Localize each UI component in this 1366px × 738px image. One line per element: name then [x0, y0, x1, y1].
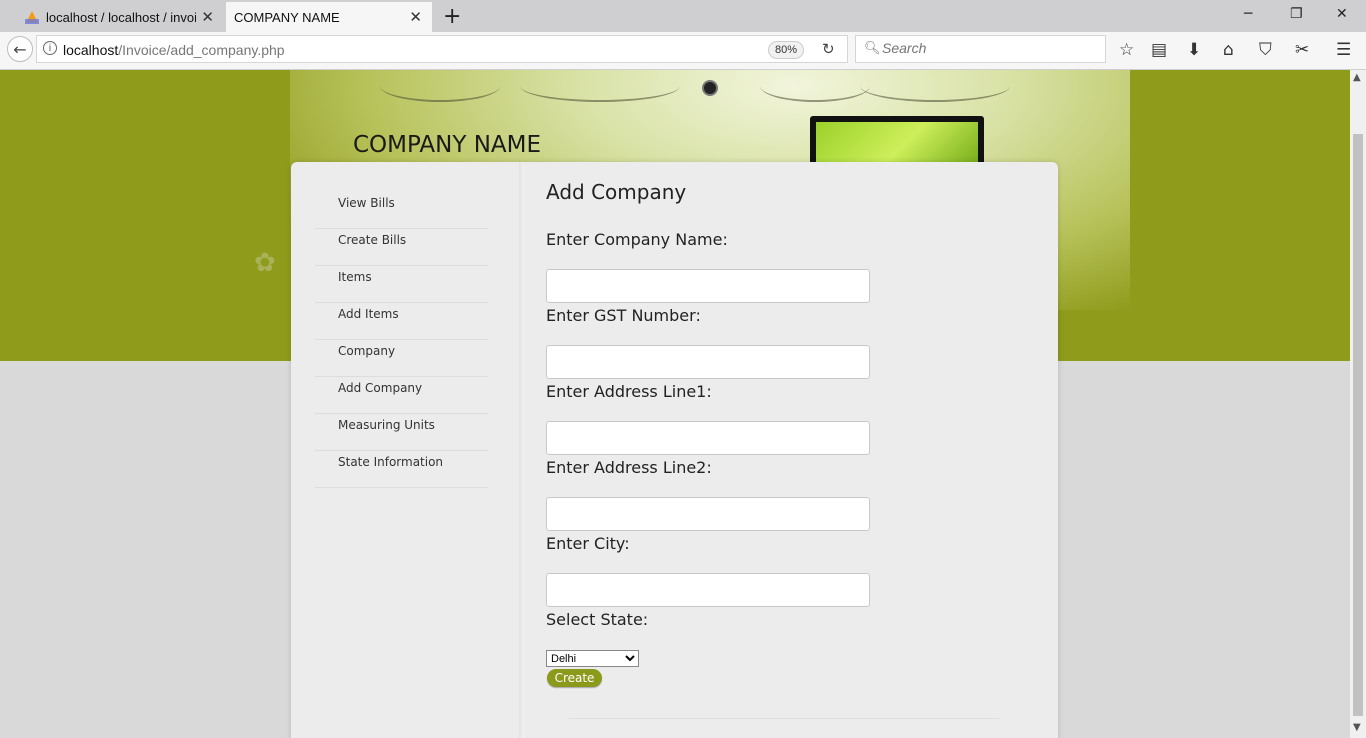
zoom-badge[interactable]: 80% [768, 41, 805, 59]
state-label: Select State: [546, 610, 649, 629]
address-line2-label: Enter Address Line2: [546, 458, 712, 477]
sidebar-item-company[interactable]: Company [315, 340, 488, 377]
page-title: Add Company [546, 180, 687, 204]
company-name-label: Enter Company Name: [546, 230, 728, 249]
bookmark-star-icon[interactable]: ☆ [1119, 40, 1134, 60]
bookmarks-list-icon[interactable]: ▤ [1151, 40, 1167, 60]
tab-title: COMPANY NAME [234, 9, 340, 25]
page: ✿ COMPANY NAME View Bills Create Bills I… [0, 70, 1350, 738]
gst-number-input[interactable] [546, 345, 870, 379]
sidebar-item-add-company[interactable]: Add Company [315, 377, 488, 414]
close-icon[interactable]: ✕ [201, 8, 214, 26]
screenshot-icon[interactable]: ✂ [1295, 40, 1309, 60]
download-icon[interactable]: ⬇ [1187, 40, 1201, 60]
window-close-icon[interactable]: ✕ [1336, 6, 1348, 22]
add-company-form: Add Company Enter Company Name: Enter GS… [546, 180, 1026, 687]
sidebar-item-create-bills[interactable]: Create Bills [315, 229, 488, 266]
decorative-dot [702, 80, 718, 96]
tab-bar: localhost / localhost / invoice ✕ COMPAN… [0, 0, 1366, 32]
swirl-decoration [760, 70, 870, 102]
column-divider [519, 162, 524, 738]
restore-icon[interactable]: ❐ [1290, 6, 1303, 22]
scroll-up-icon[interactable]: ▲ [1353, 72, 1361, 83]
nav-bar: ← i localhost/Invoice/add_company.php 80… [0, 32, 1366, 70]
minimize-icon[interactable]: ─ [1244, 6, 1252, 22]
flower-icon: ✿ [254, 248, 276, 278]
reload-icon[interactable]: ↻ [822, 40, 835, 58]
url-bar[interactable]: i localhost/Invoice/add_company.php 80% … [36, 35, 848, 63]
pocket-icon[interactable]: ⛉ [1259, 40, 1272, 60]
page-scrollbar[interactable]: ▲ ▼ [1350, 70, 1366, 738]
address-line2-input[interactable] [546, 497, 870, 531]
search-icon: 🔍︎ [864, 40, 881, 55]
create-button[interactable]: Create [547, 669, 602, 687]
search-input[interactable] [880, 39, 1104, 57]
gst-number-label: Enter GST Number: [546, 306, 701, 325]
main-panel: View Bills Create Bills Items Add Items … [291, 162, 1058, 738]
swirl-decoration [380, 70, 500, 102]
url-text: localhost/Invoice/add_company.php [63, 42, 285, 58]
scrollbar-thumb[interactable] [1353, 134, 1363, 716]
divider [569, 718, 999, 719]
info-icon[interactable]: i [43, 41, 57, 55]
company-name: COMPANY NAME [353, 132, 542, 158]
state-select[interactable]: Delhi [546, 650, 639, 667]
address-line1-input[interactable] [546, 421, 870, 455]
swirl-decoration [520, 70, 680, 102]
phpmyadmin-icon [25, 11, 39, 24]
home-icon[interactable]: ⌂ [1223, 40, 1234, 60]
swirl-decoration [860, 70, 1010, 102]
new-tab-icon[interactable]: + [443, 4, 461, 29]
scroll-down-icon[interactable]: ▼ [1353, 722, 1361, 733]
sidebar-item-measuring-units[interactable]: Measuring Units [315, 414, 488, 451]
search-bar[interactable]: 🔍︎ [855, 35, 1106, 63]
tab-phpmyadmin[interactable]: localhost / localhost / invoice ✕ [12, 2, 224, 32]
tab-title: localhost / localhost / invoice [46, 9, 196, 25]
sidebar: View Bills Create Bills Items Add Items … [315, 192, 488, 488]
city-label: Enter City: [546, 534, 630, 553]
sidebar-item-view-bills[interactable]: View Bills [315, 192, 488, 229]
sidebar-item-items[interactable]: Items [315, 266, 488, 303]
company-name-input[interactable] [546, 269, 870, 303]
sidebar-item-state-information[interactable]: State Information [315, 451, 488, 488]
back-arrow-icon[interactable]: ← [7, 36, 33, 62]
tab-company[interactable]: COMPANY NAME ✕ [226, 2, 432, 32]
close-icon[interactable]: ✕ [409, 8, 422, 26]
address-line1-label: Enter Address Line1: [546, 382, 712, 401]
sidebar-item-add-items[interactable]: Add Items [315, 303, 488, 340]
city-input[interactable] [546, 573, 870, 607]
menu-icon[interactable]: ☰ [1336, 40, 1351, 60]
